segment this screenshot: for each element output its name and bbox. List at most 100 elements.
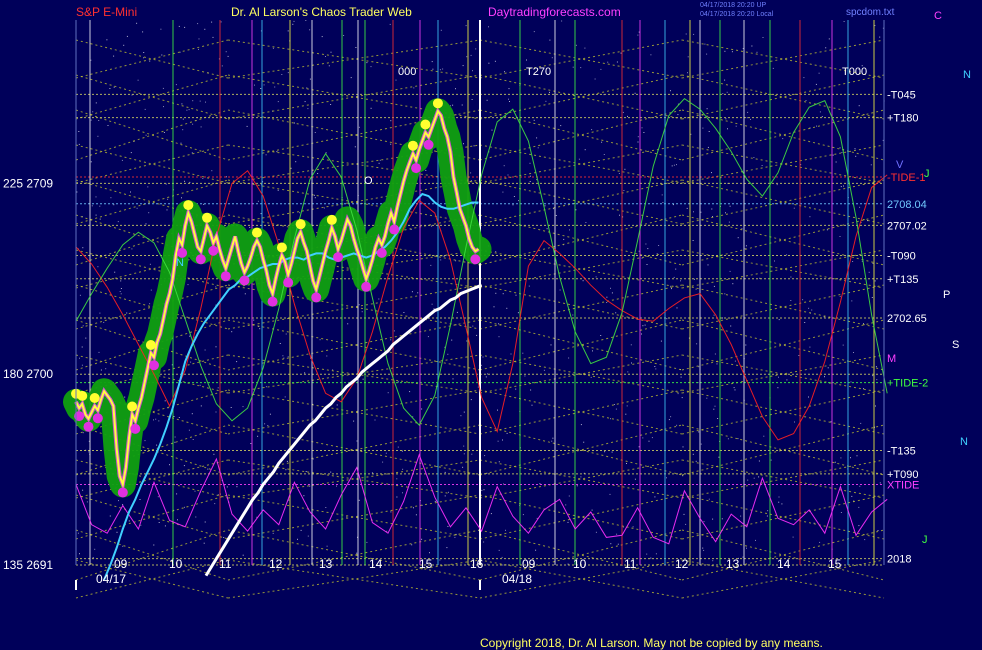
star-dot <box>777 387 779 389</box>
star-dot <box>439 559 441 561</box>
star-dot <box>502 293 504 295</box>
star-dot <box>711 208 713 210</box>
star-dot <box>675 268 677 270</box>
star-dot <box>470 399 472 401</box>
star-dot <box>447 353 449 355</box>
star-dot <box>113 204 115 206</box>
star-dot <box>309 29 311 31</box>
star-dot <box>431 303 433 305</box>
star-dot <box>821 116 823 118</box>
star-dot <box>591 509 593 511</box>
star-dot <box>244 293 246 295</box>
star-dot <box>700 443 702 445</box>
star-dot <box>483 489 485 491</box>
high-dot <box>295 219 306 230</box>
star-dot <box>162 87 164 89</box>
star-dot <box>144 108 146 110</box>
star-dot <box>395 79 397 81</box>
x-tick-label: 15 <box>419 557 433 571</box>
star-dot <box>747 111 749 113</box>
star-dot <box>184 506 185 508</box>
star-dot <box>502 564 504 566</box>
star-dot <box>552 437 554 439</box>
star-dot <box>512 204 514 206</box>
star-dot <box>772 67 774 69</box>
star-dot <box>200 126 202 128</box>
star-dot <box>180 142 182 144</box>
star-dot <box>242 406 244 408</box>
star-dot <box>871 297 873 298</box>
star-dot <box>826 229 828 231</box>
star-dot <box>476 334 478 336</box>
star-dot <box>456 311 458 313</box>
star-dot <box>451 339 453 341</box>
star-dot <box>370 107 372 109</box>
site-link[interactable]: Daytradingforecasts.com <box>488 5 621 19</box>
star-dot <box>226 486 228 488</box>
star-dot <box>746 117 748 119</box>
star-dot <box>724 293 726 295</box>
star-dot <box>90 119 92 121</box>
star-dot <box>803 77 805 79</box>
star-dot <box>448 491 449 493</box>
y-axis-label: 225 2709 <box>3 176 53 190</box>
star-dot <box>220 21 222 23</box>
star-dot <box>575 44 577 46</box>
low-dot <box>117 487 128 498</box>
star-dot <box>695 460 697 462</box>
level-label: +T180 <box>887 113 919 125</box>
star-dot <box>122 545 124 547</box>
star-dot <box>595 531 597 533</box>
star-dot <box>279 343 281 344</box>
star-dot <box>462 65 464 67</box>
star-dot <box>706 108 708 110</box>
star-dot <box>204 349 206 351</box>
star-dot <box>750 118 751 120</box>
star-dot <box>641 333 642 335</box>
star-dot <box>620 52 622 54</box>
star-dot <box>854 148 856 150</box>
star-dot <box>397 446 399 448</box>
star-dot <box>307 535 309 537</box>
star-dot <box>446 547 448 549</box>
star-dot <box>510 353 512 355</box>
star-dot <box>685 33 687 35</box>
star-dot <box>805 100 807 101</box>
star-dot <box>305 20 307 21</box>
star-dot <box>470 172 472 174</box>
star-dot <box>536 137 538 139</box>
star-dot <box>76 191 78 193</box>
star-dot <box>732 283 734 285</box>
planet-label: J <box>922 534 928 546</box>
star-dot <box>793 207 795 209</box>
star-dot <box>582 280 584 282</box>
timestamp-up: 04/17/2018 20:20 UP <box>700 2 766 9</box>
star-dot <box>737 237 739 239</box>
star-dot <box>673 276 675 278</box>
star-dot <box>257 200 259 202</box>
star-dot <box>447 525 449 527</box>
star-dot <box>611 451 613 453</box>
plot-area: NNJOPMSNVJ 000 T270 T000 <box>63 20 971 599</box>
star-dot <box>184 180 185 182</box>
star-dot <box>568 495 570 497</box>
star-dot <box>95 102 97 104</box>
star-dot <box>603 154 605 155</box>
star-dot <box>317 173 319 174</box>
star-dot <box>756 51 758 53</box>
star-dot <box>361 311 363 313</box>
star-dot <box>79 294 81 296</box>
star-dot <box>264 423 266 425</box>
star-dot <box>607 61 609 63</box>
star-dot <box>211 21 213 23</box>
star-dot <box>642 325 644 327</box>
star-dot <box>872 375 874 377</box>
star-dot <box>860 422 862 424</box>
star-dot <box>188 109 190 111</box>
star-dot <box>655 553 657 555</box>
star-dot <box>841 152 843 153</box>
star-dot <box>529 181 531 182</box>
star-dot <box>123 44 125 46</box>
low-dot <box>208 245 219 256</box>
star-dot <box>708 131 710 132</box>
